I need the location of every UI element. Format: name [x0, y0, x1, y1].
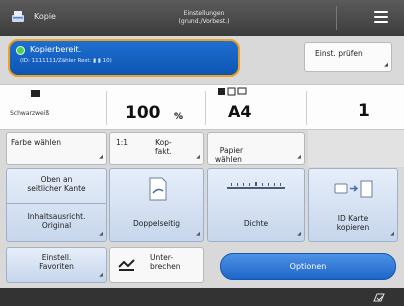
favorite-settings-button[interactable]: Einstell. Favoriten ◢ [6, 247, 107, 283]
corner-arrow-icon: ◢ [297, 231, 301, 237]
copy-ratio-label: Kop- fakt. [155, 138, 172, 156]
empty-slot [308, 130, 404, 167]
corner-arrow-icon: ◢ [297, 154, 301, 160]
top-edge-label: Oben an seitlicher Kante [27, 175, 86, 193]
corner-arrow-icon: ◢ [99, 272, 103, 278]
select-paper-label: Papier wählen [215, 146, 244, 164]
check-settings-label: Einst. prüfen [315, 49, 363, 58]
corner-arrow-icon: ◢ [196, 231, 200, 237]
corner-arrow-icon: ◢ [390, 231, 394, 237]
id-card-icon [334, 180, 373, 198]
corner-arrow-icon: ◢ [99, 231, 103, 237]
color-mode-value: Schwarzweiß [10, 110, 50, 117]
options-button[interactable]: Optionen [220, 253, 396, 280]
status-detail: (ID: 1111111/Zähler Rest: ▮ ▮ 10) [20, 58, 112, 64]
corner-arrow-icon: ◢ [99, 154, 103, 160]
bw-color-icon [31, 90, 40, 97]
interrupt-label: Unter- brechen [150, 253, 181, 271]
zoom-display: 100 % [107, 85, 205, 131]
paper-tray-icon [218, 87, 247, 96]
duplex-button[interactable]: Doppelseitig ◢ [109, 168, 204, 242]
status-title: Kopierbereit. [30, 45, 82, 54]
status-message-box: Kopierbereit. (ID: 1111111/Zähler Rest: … [8, 39, 240, 77]
settings-summary-row: Schwarzweiß 100 % A4 1 [0, 84, 404, 130]
ready-indicator-icon [16, 46, 25, 55]
check-settings-button[interactable]: Einst. prüfen ◢ [304, 42, 392, 72]
app-title: Kopie [34, 12, 56, 21]
orientation-group[interactable]: Oben an seitlicher Kante Inhaltsausricht… [6, 168, 107, 242]
interrupt-button[interactable]: Unter- brechen [109, 247, 204, 283]
density-label: Dichte [243, 219, 269, 228]
favorite-settings-label: Einstell. Favoriten [39, 253, 74, 271]
density-slider-icon [227, 182, 285, 189]
select-paper-button[interactable]: Papier wählen ◢ [207, 132, 305, 165]
copies-value: 1 [358, 101, 370, 121]
paper-size-value: A4 [228, 102, 252, 121]
interrupt-icon [118, 259, 135, 271]
zoom-value: 100 [125, 103, 161, 123]
select-color-label: Farbe wählen [11, 138, 61, 147]
select-color-button[interactable]: Farbe wählen ◢ [6, 132, 107, 165]
footer-bar [0, 288, 404, 306]
duplex-label: Doppelseitig [133, 219, 180, 228]
color-mode-display: Schwarzweiß [0, 85, 106, 131]
copies-display: 1 [307, 85, 404, 131]
copier-icon [12, 11, 24, 22]
id-card-label: ID Karte kopieren [336, 214, 370, 232]
orientation-original-label: Inhaltsausricht. Original [27, 212, 86, 230]
default-settings-button[interactable]: Einstellungen (grund./Vorbest.) [173, 4, 235, 30]
titlebar-divider [336, 6, 337, 30]
options-label: Optionen [289, 262, 327, 271]
density-button[interactable]: Dichte ◢ [207, 168, 305, 242]
hamburger-menu-icon[interactable] [374, 11, 388, 23]
counter-check-icon[interactable] [372, 292, 386, 303]
ratio-label: 1:1 [116, 138, 129, 147]
id-card-copy-button[interactable]: ID Karte kopieren ◢ [308, 168, 398, 242]
corner-arrow-icon: ◢ [384, 62, 388, 68]
title-bar: Kopie Einstellungen (grund./Vorbest.) [0, 0, 404, 36]
corner-arrow-icon: ◢ [196, 154, 200, 160]
status-area: Kopierbereit. (ID: 1111111/Zähler Rest: … [0, 36, 404, 84]
duplex-page-icon [149, 177, 167, 201]
paper-display: A4 [206, 85, 306, 131]
copy-ratio-button[interactable]: 1:1 Kop- fakt. ◢ [109, 132, 204, 165]
zoom-unit: % [174, 112, 184, 122]
